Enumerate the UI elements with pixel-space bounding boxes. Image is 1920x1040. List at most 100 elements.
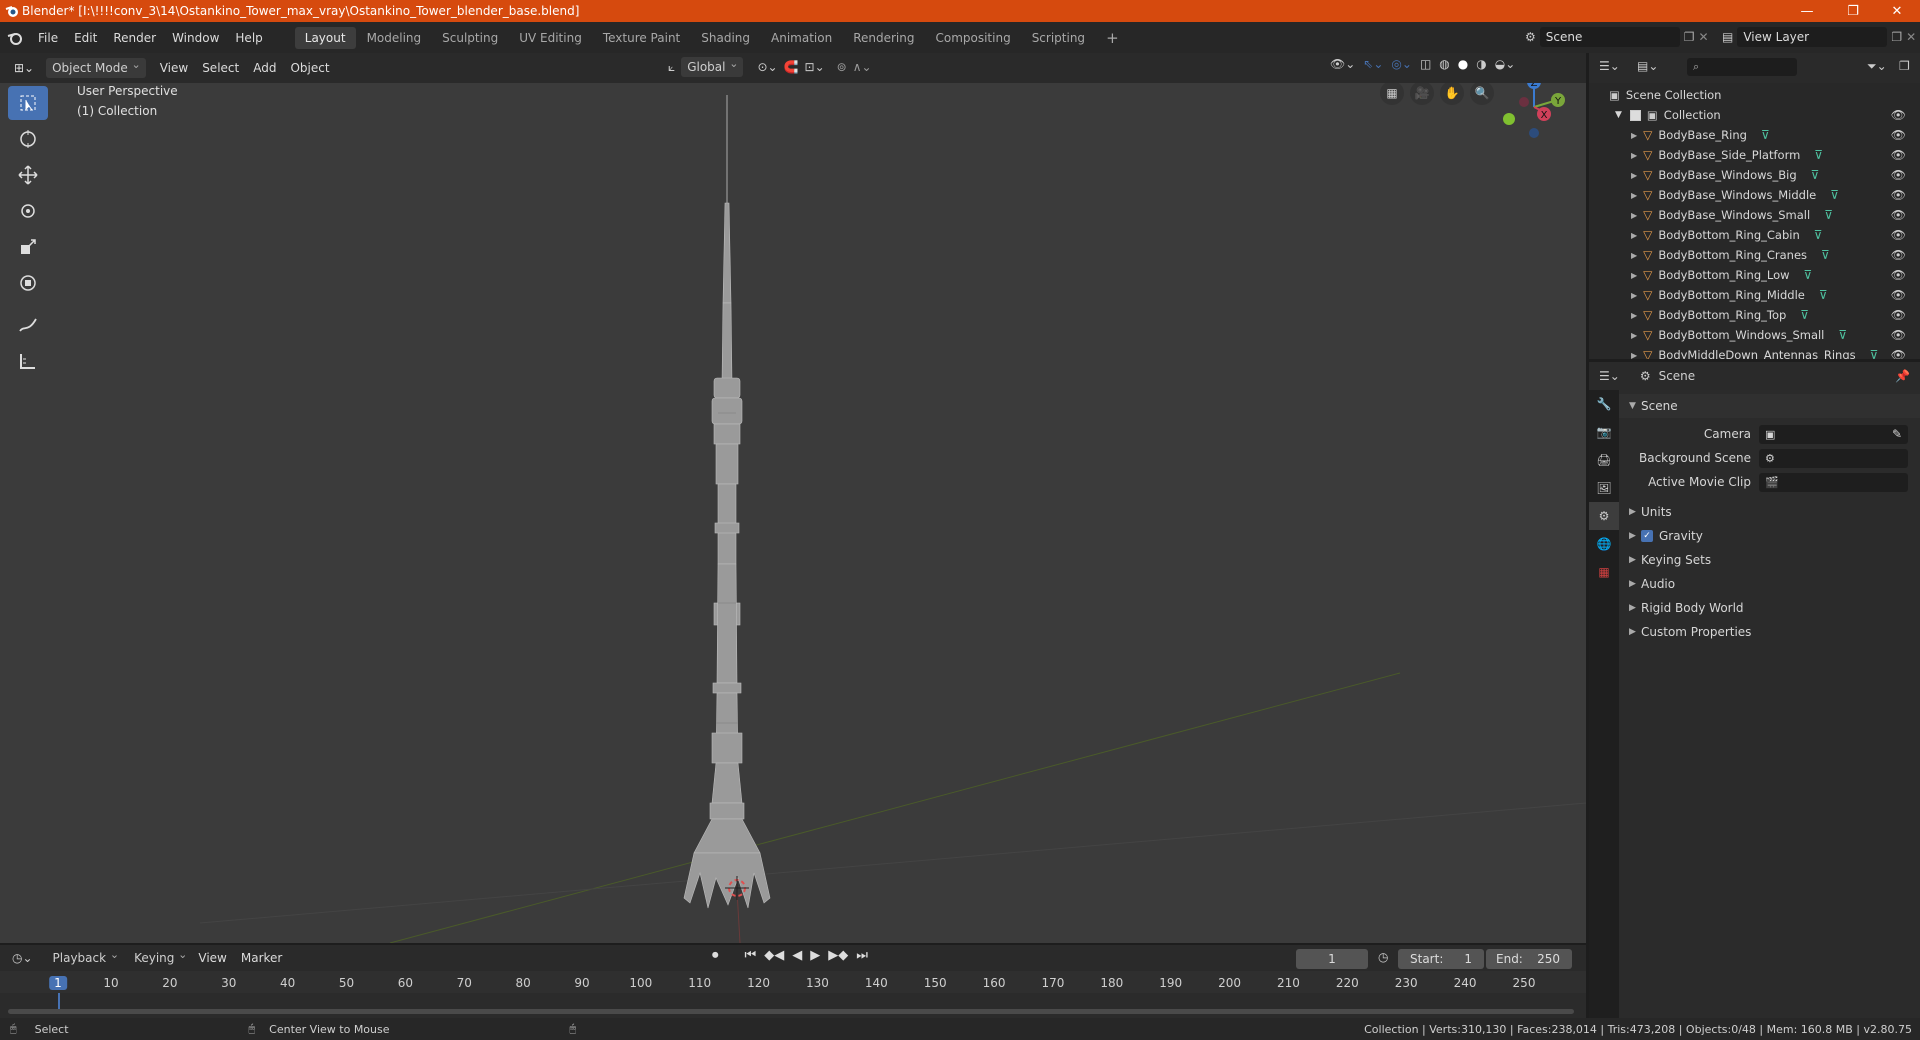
mode-dropdown[interactable]: Object Mode (46, 55, 146, 78)
outliner-item[interactable]: ▶ ▽ BodyBase_Windows_Small ⊽ 👁 (1589, 205, 1920, 225)
eye-icon[interactable]: 👁 (1891, 208, 1906, 222)
jump-end-icon[interactable]: ⏭ (856, 948, 868, 963)
texture-tab-icon[interactable]: ▦ (1589, 558, 1619, 586)
tool-tab-icon[interactable]: 🔧 (1589, 390, 1619, 418)
mesh-data-icon[interactable]: ⊽ (1804, 268, 1813, 282)
rigid-body-world-panel[interactable]: ▶ Rigid Body World (1619, 596, 1920, 620)
world-tab-icon[interactable]: 🌐 (1589, 530, 1619, 558)
checkbox-icon[interactable] (1629, 109, 1641, 121)
render-tab-icon[interactable]: 📷 (1589, 418, 1619, 446)
overlay-toggle-icon[interactable]: ◎⌄ (1391, 57, 1412, 71)
mesh-data-icon[interactable]: ⊽ (1800, 308, 1809, 322)
tab-compositing[interactable]: Compositing (925, 27, 1020, 49)
gravity-checkbox[interactable]: ✓ (1641, 530, 1653, 542)
visibility-filter-icon[interactable]: 👁⌄ (1330, 57, 1355, 71)
material-shading-icon[interactable]: ◑ (1476, 57, 1486, 71)
rendered-shading-icon[interactable]: ◒⌄ (1495, 57, 1516, 71)
menu-view[interactable]: View (154, 57, 194, 79)
select-box-tool[interactable] (8, 86, 48, 120)
eye-icon[interactable]: 👁 (1891, 168, 1906, 182)
tab-uv-editing[interactable]: UV Editing (509, 27, 592, 49)
eye-icon[interactable]: 👁 (1891, 308, 1906, 322)
expand-arrow-icon[interactable]: ▶ (1631, 311, 1637, 320)
falloff-icon[interactable]: ∧⌄ (853, 60, 872, 74)
marker-menu[interactable]: Marker (235, 947, 288, 969)
new-scene-icon[interactable]: ❐ (1684, 30, 1695, 44)
eye-icon[interactable]: 👁 (1891, 188, 1906, 202)
measure-tool[interactable] (8, 344, 48, 378)
eye-icon[interactable]: 👁 (1891, 128, 1906, 142)
timeline-editor-type-icon[interactable]: ◷⌄ (12, 951, 33, 965)
menu-window[interactable]: Window (164, 26, 227, 50)
new-collection-icon[interactable]: ❐ (1899, 59, 1910, 73)
orientation-dropdown[interactable]: Global (681, 54, 744, 77)
expand-arrow-icon[interactable]: ▶ (1631, 291, 1637, 300)
audio-panel[interactable]: ▶ Audio (1619, 572, 1920, 596)
playback-menu[interactable]: Playback (47, 945, 125, 968)
expand-arrow-icon[interactable]: ▶ (1631, 331, 1637, 340)
tab-animation[interactable]: Animation (761, 27, 842, 49)
solid-shading-icon[interactable]: ● (1458, 57, 1468, 71)
mesh-data-icon[interactable]: ⊽ (1814, 148, 1823, 162)
mesh-data-icon[interactable]: ⊽ (1870, 348, 1879, 359)
output-tab-icon[interactable]: 🖨 (1589, 446, 1619, 474)
display-mode-icon[interactable]: ▤⌄ (1637, 59, 1658, 73)
pan-hand-icon[interactable]: ✋ (1440, 83, 1464, 105)
eye-icon[interactable]: 👁 (1891, 108, 1906, 122)
pivot-icon[interactable]: ⊙⌄ (757, 60, 777, 74)
expand-arrow-icon[interactable]: ▶ (1631, 251, 1637, 260)
outliner-item[interactable]: ▶ ▽ BodyBottom_Ring_Top ⊽ 👁 (1589, 305, 1920, 325)
view-layer-tab-icon[interactable]: 🖼 (1589, 474, 1619, 502)
eye-icon[interactable]: 👁 (1891, 248, 1906, 262)
mesh-data-icon[interactable]: ⊽ (1814, 228, 1823, 242)
expand-arrow-icon[interactable]: ▶ (1631, 231, 1637, 240)
units-panel[interactable]: ▶ Units (1619, 500, 1920, 524)
outliner-item[interactable]: ▶ ▽ BodyBase_Ring ⊽ 👁 (1589, 125, 1920, 145)
outliner-item[interactable]: ▶ ▽ BodyBase_Windows_Big ⊽ 👁 (1589, 165, 1920, 185)
outliner-item[interactable]: ▶ ▽ BodyBottom_Ring_Cabin ⊽ 👁 (1589, 225, 1920, 245)
wireframe-shading-icon[interactable]: ◍ (1439, 57, 1449, 71)
timeline-view-menu[interactable]: View (192, 947, 232, 969)
expand-arrow-icon[interactable]: ▶ (1631, 131, 1637, 140)
tower-model[interactable] (683, 95, 771, 909)
play-icon[interactable]: ▶ (810, 948, 820, 963)
close-button[interactable]: ✕ (1874, 0, 1920, 22)
tab-shading[interactable]: Shading (691, 27, 760, 49)
eye-icon[interactable]: 👁 (1891, 148, 1906, 162)
snap-target-icon[interactable]: ⊡⌄ (805, 60, 825, 74)
rotate-tool[interactable] (8, 194, 48, 228)
tab-texture-paint[interactable]: Texture Paint (593, 27, 690, 49)
eye-icon[interactable]: 👁 (1891, 328, 1906, 342)
tab-layout[interactable]: Layout (294, 26, 356, 49)
menu-file[interactable]: File (30, 26, 66, 50)
scene-panel-header[interactable]: ▼ Scene (1619, 394, 1920, 418)
snap-icon[interactable]: 🧲 (784, 60, 799, 74)
annotate-tool[interactable] (8, 308, 48, 342)
view-layer-selector[interactable]: View Layer (1737, 27, 1888, 47)
restore-button[interactable]: ❐ (1830, 0, 1876, 22)
expand-arrow-icon[interactable]: ▶ (1631, 271, 1637, 280)
grid-view-icon[interactable]: ▦ (1380, 83, 1404, 105)
3d-viewport[interactable]: User Perspective (1) Collection ▦ 🎥 ✋ 🔍 … (0, 83, 1586, 943)
record-icon[interactable]: ⏺ (712, 948, 719, 963)
outliner-item[interactable]: ▶ ▽ BodyBase_Windows_Middle ⊽ 👁 (1589, 185, 1920, 205)
add-workspace-button[interactable]: + (1096, 27, 1129, 49)
expand-arrow-icon[interactable]: ▶ (1631, 351, 1637, 360)
delete-view-layer-icon[interactable]: ✕ (1906, 30, 1916, 44)
outliner-item[interactable]: ▶ ▽ BodyBase_Side_Platform ⊽ 👁 (1589, 145, 1920, 165)
tab-sculpting[interactable]: Sculpting (432, 27, 508, 49)
prev-keyframe-icon[interactable]: ◆◀ (764, 948, 784, 963)
mesh-data-icon[interactable]: ⊽ (1830, 188, 1839, 202)
mesh-data-icon[interactable]: ⊽ (1824, 208, 1833, 222)
gizmo-toggle-icon[interactable]: ⇖⌄ (1363, 57, 1383, 71)
expand-arrow-icon[interactable]: ▶ (1631, 191, 1637, 200)
tab-modeling[interactable]: Modeling (357, 27, 432, 49)
eye-icon[interactable]: 👁 (1891, 228, 1906, 242)
outliner-item[interactable]: ▶ ▽ BodyBottom_Ring_Middle ⊽ 👁 (1589, 285, 1920, 305)
outliner-item[interactable]: ▶ ▽ BodyMiddleDown_Antennas_Rings ⊽ 👁 (1589, 345, 1920, 359)
expand-arrow-icon[interactable]: ▶ (1631, 211, 1637, 220)
mesh-data-icon[interactable]: ⊽ (1761, 128, 1770, 142)
keying-sets-panel[interactable]: ▶ Keying Sets (1619, 548, 1920, 572)
navigation-gizmo[interactable]: Z Y X (1490, 83, 1580, 149)
mesh-data-icon[interactable]: ⊽ (1811, 168, 1820, 182)
